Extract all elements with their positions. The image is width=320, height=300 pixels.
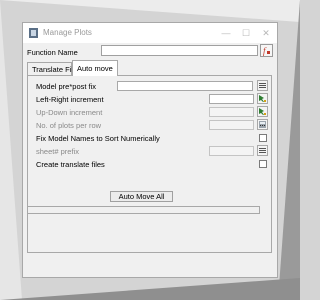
close-button[interactable]: ✕ <box>259 27 273 39</box>
app-icon <box>29 28 38 38</box>
status-bar <box>27 206 260 214</box>
plots-per-row-button[interactable] <box>257 119 268 130</box>
pick-icon <box>259 95 266 102</box>
pick-icon <box>259 108 266 115</box>
model-prepost-fix-input[interactable] <box>117 81 253 91</box>
function-name-input[interactable] <box>101 45 258 56</box>
svg-text:f: f <box>263 46 267 56</box>
sheet-prefix-input[interactable] <box>209 146 254 156</box>
calculator-icon <box>259 121 266 128</box>
list-icon <box>259 83 266 88</box>
left-right-increment-label: Left-Right increment <box>36 95 104 104</box>
minimize-button[interactable]: — <box>219 27 233 39</box>
plots-per-row-input[interactable] <box>209 120 254 130</box>
model-prepost-fix-button[interactable] <box>257 80 268 91</box>
frame-left <box>0 0 22 300</box>
up-down-increment-label: Up-Down increment <box>36 108 103 117</box>
frame-right <box>278 0 300 300</box>
maximize-button[interactable]: ☐ <box>239 27 253 39</box>
tab-translate-file[interactable]: Translate File <box>27 62 77 75</box>
frame-top <box>0 0 300 22</box>
function-icon: f <box>263 46 270 56</box>
auto-move-all-button[interactable]: Auto Move All <box>110 191 173 202</box>
function-name-label: Function Name <box>27 48 78 57</box>
dialog-body: Function Name f Translate File Auto move… <box>23 43 277 277</box>
create-translate-files-checkbox[interactable] <box>259 160 267 168</box>
create-translate-files-label: Create translate files <box>36 160 105 169</box>
model-prepost-fix-label: Model pre*post fix <box>36 82 97 91</box>
fix-model-names-checkbox[interactable] <box>259 134 267 142</box>
title-bar: Manage Plots — ☐ ✕ <box>23 23 277 43</box>
sheet-prefix-button[interactable] <box>257 145 268 156</box>
left-right-pick-button[interactable] <box>257 93 268 104</box>
window-title: Manage Plots <box>43 28 92 37</box>
up-down-increment-input[interactable] <box>209 107 254 117</box>
left-right-increment-input[interactable] <box>209 94 254 104</box>
function-action-button[interactable]: f <box>260 44 273 57</box>
sheet-prefix-label: sheet# prefix <box>36 147 79 156</box>
frame-bottom <box>0 278 300 300</box>
tab-auto-move[interactable]: Auto move <box>72 60 118 76</box>
fix-model-names-label: Fix Model Names to Sort Numerically <box>36 134 160 143</box>
plots-per-row-label: No. of plots per row <box>36 121 102 130</box>
up-down-pick-button[interactable] <box>257 106 268 117</box>
auto-move-panel: Model pre*post fix Left-Right increment … <box>27 75 272 253</box>
manage-plots-window: Manage Plots — ☐ ✕ Function Name f Trans… <box>22 22 278 278</box>
list-icon <box>259 148 266 153</box>
